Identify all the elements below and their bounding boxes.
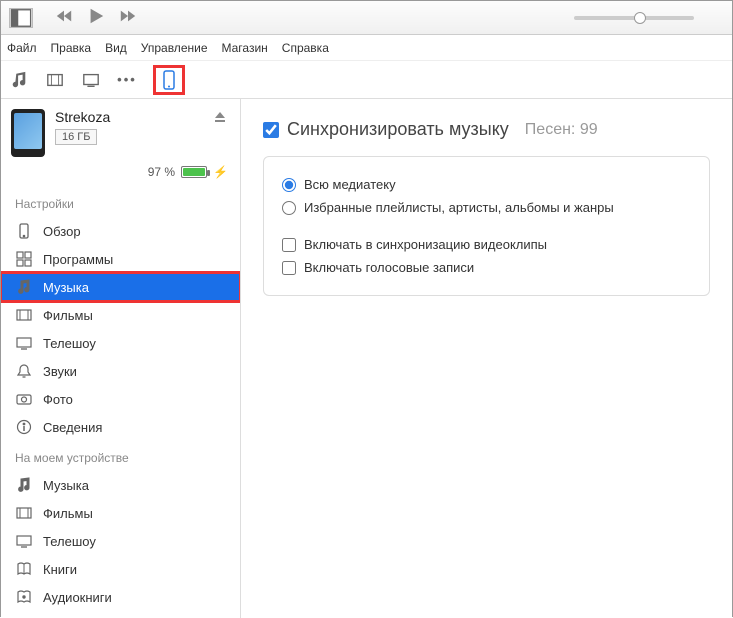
tv-source-icon[interactable] [81,70,101,90]
check-include-voice-memos[interactable]: Включать голосовые записи [282,256,691,279]
ondevice-item-tvshows[interactable]: Телешоу [1,527,240,555]
check-include-videos[interactable]: Включать в синхронизацию видеоклипы [282,233,691,256]
source-bar: ••• [1,61,732,99]
ondevice-item-movies[interactable]: Фильмы [1,499,240,527]
more-icon[interactable]: ••• [117,70,137,90]
check-label: Включать голосовые записи [304,260,474,275]
sidebar-item-label: Аудиокниги [43,590,112,605]
window-control-button[interactable] [9,8,33,28]
menu-edit[interactable]: Правка [51,41,92,55]
menu-help[interactable]: Справка [282,41,329,55]
menu-view[interactable]: Вид [105,41,127,55]
ondevice-item-audiobooks[interactable]: Аудиокниги [1,583,240,611]
phone-icon [15,222,33,240]
sidebar-section-on-device: На моем устройстве [1,441,240,471]
sidebar-item-overview[interactable]: Обзор [1,217,240,245]
sidebar: Strekoza 16 ГБ 97 % ⚡ Настройки Обзор Пр… [1,99,241,618]
titlebar [1,1,732,35]
menubar: Файл Правка Вид Управление Магазин Справ… [1,35,732,61]
radio-selected-playlists[interactable]: Избранные плейлисты, артисты, альбомы и … [282,196,691,219]
music-source-icon[interactable] [9,70,29,90]
audiobook-icon [15,588,33,606]
radio-selected-playlists-input[interactable] [282,201,296,215]
sidebar-item-label: Программы [43,252,113,267]
check-include-voice-memos-input[interactable] [282,261,296,275]
tv-icon [15,532,33,550]
prev-button[interactable] [55,7,73,28]
sidebar-item-movies[interactable]: Фильмы [1,301,240,329]
menu-file[interactable]: Файл [7,41,37,55]
play-button[interactable] [87,7,105,28]
film-icon [15,504,33,522]
sync-music-label: Синхронизировать музыку [287,119,509,140]
sync-options-panel: Всю медиатеку Избранные плейлисты, артис… [263,156,710,296]
device-battery-row: 97 % ⚡ [1,165,240,187]
tv-icon [15,334,33,352]
next-button[interactable] [119,7,137,28]
sidebar-section-settings: Настройки [1,187,240,217]
device-name: Strekoza [55,109,230,125]
music-icon [15,476,33,494]
sidebar-item-tvshows[interactable]: Телешоу [1,329,240,357]
bell-icon [15,362,33,380]
playback-controls [55,7,137,28]
sidebar-item-music[interactable]: Музыка [1,273,240,301]
sidebar-item-label: Музыка [43,478,89,493]
sidebar-item-photos[interactable]: Фото [1,385,240,413]
battery-icon [181,166,207,178]
sidebar-item-info[interactable]: Сведения [1,413,240,441]
ondevice-item-books[interactable]: Книги [1,555,240,583]
eject-icon[interactable] [214,111,226,126]
song-count: Песен: 99 [525,121,598,139]
sync-music-checkbox[interactable] [263,122,279,138]
ondevice-item-music[interactable]: Музыка [1,471,240,499]
sidebar-item-label: Музыка [43,280,89,295]
menu-store[interactable]: Магазин [222,41,268,55]
sidebar-item-label: Обзор [43,224,81,239]
radio-entire-library[interactable]: Всю медиатеку [282,173,691,196]
radio-label: Избранные плейлисты, артисты, альбомы и … [304,200,614,215]
sidebar-item-label: Книги [43,562,77,577]
device-thumbnail [11,109,45,157]
check-label: Включать в синхронизацию видеоклипы [304,237,547,252]
book-icon [15,560,33,578]
sidebar-item-tones[interactable]: Звуки [1,357,240,385]
apps-icon [15,250,33,268]
camera-icon [15,390,33,408]
battery-percent: 97 % [148,165,175,179]
radio-label: Всю медиатеку [304,177,396,192]
sync-music-header: Синхронизировать музыку Песен: 99 [263,119,710,140]
device-header: Strekoza 16 ГБ [1,99,240,165]
sidebar-item-label: Телешоу [43,336,96,351]
sidebar-item-label: Фильмы [43,308,93,323]
content-pane: Синхронизировать музыку Песен: 99 Всю ме… [241,99,732,618]
info-icon [15,418,33,436]
movies-source-icon[interactable] [45,70,65,90]
sidebar-item-label: Сведения [43,420,102,435]
sidebar-item-label: Фильмы [43,506,93,521]
menu-controls[interactable]: Управление [141,41,208,55]
columns-icon [10,7,32,29]
device-capacity: 16 ГБ [55,129,97,145]
volume-thumb[interactable] [634,12,646,24]
sidebar-item-label: Фото [43,392,73,407]
radio-entire-library-input[interactable] [282,178,296,192]
music-icon [15,278,33,296]
sidebar-item-label: Телешоу [43,534,96,549]
phone-icon [162,70,176,90]
sidebar-item-apps[interactable]: Программы [1,245,240,273]
charging-icon: ⚡ [213,165,228,179]
device-button[interactable] [153,65,185,95]
volume-slider[interactable] [574,16,694,20]
check-include-videos-input[interactable] [282,238,296,252]
film-icon [15,306,33,324]
sidebar-item-label: Звуки [43,364,77,379]
